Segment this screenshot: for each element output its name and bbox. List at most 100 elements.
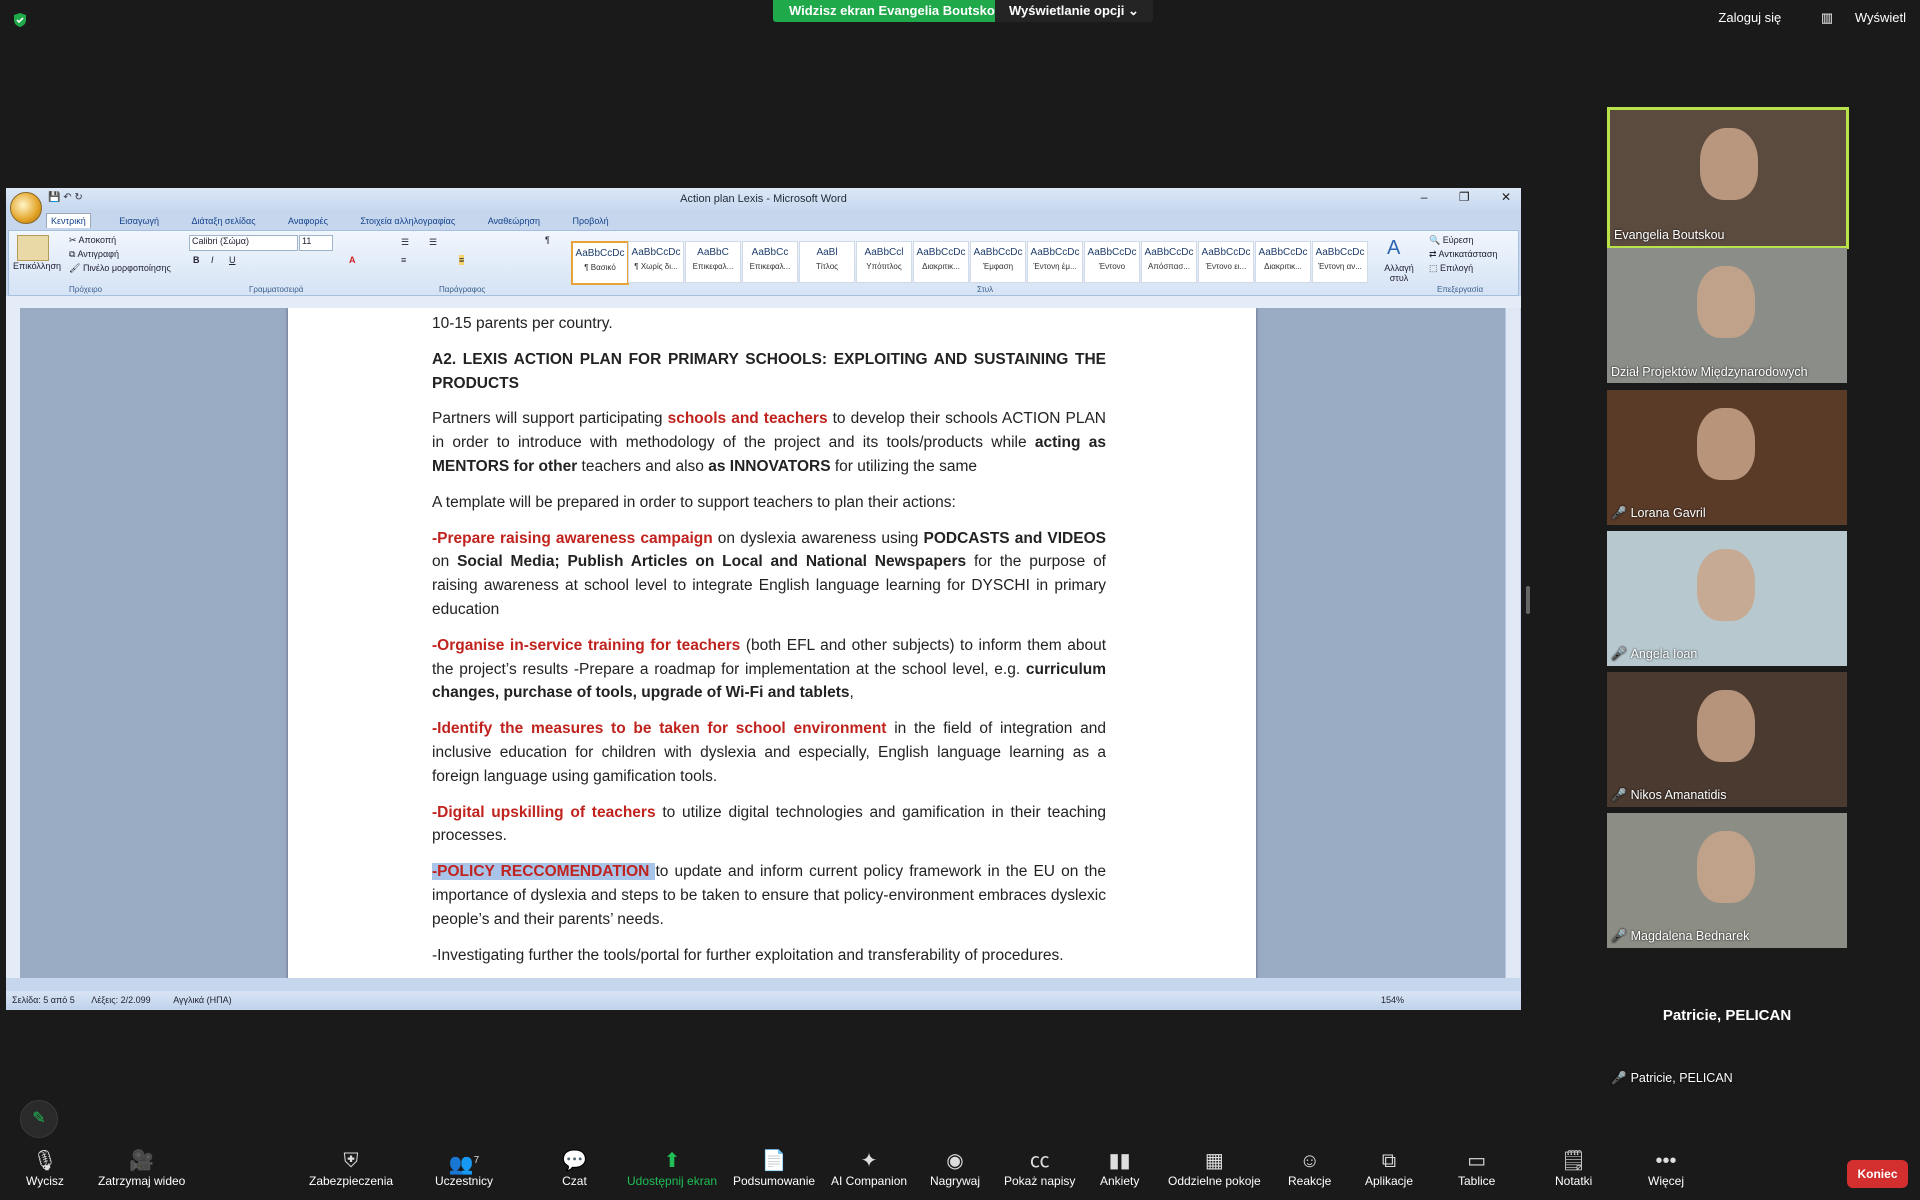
word-count[interactable]: Λέξεις: 2/2.099 bbox=[91, 995, 150, 1005]
mute-button[interactable]: 🎙 Wycisz bbox=[26, 1148, 64, 1188]
replace-button[interactable]: ⇄ Αντικατάσταση bbox=[1429, 249, 1497, 260]
find-button[interactable]: 🔍 Εύρεση bbox=[1429, 235, 1473, 246]
security-label: Zabezpieczenia bbox=[309, 1174, 394, 1188]
redo-icon[interactable]: ↻ bbox=[74, 192, 82, 203]
zoom-level[interactable]: 154% bbox=[1381, 991, 1404, 1009]
annotate-pen-icon[interactable]: ✎ bbox=[20, 1100, 58, 1138]
styles-group-label: Στυλ bbox=[977, 285, 994, 294]
style-sample: AaBbCc bbox=[751, 247, 789, 258]
vertical-ruler[interactable] bbox=[6, 308, 20, 978]
participant-tile[interactable]: 🎤 Nikos Amanatidis bbox=[1607, 672, 1847, 807]
summary-button[interactable]: 📄 Podsumowanie bbox=[733, 1148, 815, 1188]
notes-button[interactable]: 🗒 Notatki bbox=[1555, 1148, 1592, 1188]
breakout-rooms-button[interactable]: ▦ Oddzielne pokoje bbox=[1168, 1148, 1261, 1188]
polls-button[interactable]: ▮▮ Ankiety bbox=[1100, 1148, 1139, 1188]
tab-review[interactable]: Αναθεώρηση bbox=[484, 214, 544, 228]
stop-video-button[interactable]: 🎥 Zatrzymaj wideo bbox=[98, 1148, 185, 1188]
text-run-bold: as INNOVATORS bbox=[708, 457, 831, 475]
share-screen-button[interactable]: ⬆ Udostępnij ekran bbox=[627, 1148, 717, 1188]
paste-button[interactable]: Επικόλληση bbox=[13, 261, 61, 271]
panel-resize-handle[interactable] bbox=[1526, 586, 1530, 614]
style-2[interactable]: AaBbCcDc ¶ Χωρίς δι... bbox=[628, 241, 684, 283]
view-options-button[interactable]: Wyświetlanie opcji ⌄ bbox=[995, 0, 1153, 22]
change-styles-button[interactable]: Αλλαγή στυλ bbox=[1379, 263, 1419, 283]
style-name: Έντονη έμ... bbox=[1033, 262, 1077, 271]
style-8[interactable]: AaBbCcDc Έμφαση bbox=[970, 241, 1026, 283]
apps-button[interactable]: ⧉ Aplikacje bbox=[1365, 1148, 1413, 1188]
pilcrow-icon[interactable]: ¶ bbox=[545, 235, 550, 245]
participant-tile[interactable]: Patricie, PELICAN 🎤 Patricie, PELICAN bbox=[1607, 955, 1847, 1090]
sign-in-link[interactable]: Zaloguj się bbox=[1718, 10, 1781, 25]
end-meeting-button[interactable]: Koniec bbox=[1847, 1160, 1908, 1188]
minimize-icon[interactable]: – bbox=[1421, 190, 1428, 204]
close-icon[interactable]: ✕ bbox=[1501, 190, 1511, 204]
numbering-icon[interactable]: ☰ bbox=[429, 237, 437, 248]
style-10[interactable]: AaBbCcDc Έντονο bbox=[1084, 241, 1140, 283]
font-color-button[interactable]: A bbox=[349, 255, 356, 265]
office-button[interactable] bbox=[10, 192, 42, 224]
justify-icon[interactable]: ≡ bbox=[459, 255, 465, 265]
participant-tile[interactable]: Dział Projektów Międzynarodowych bbox=[1607, 248, 1847, 383]
reactions-button[interactable]: ☺ Reakcje bbox=[1288, 1148, 1331, 1188]
cut-label: Αποκοπή bbox=[78, 235, 117, 245]
style-3[interactable]: AaBbC Επικεφαλ... bbox=[685, 241, 741, 283]
security-button[interactable]: ⛨ Zabezpieczenia bbox=[309, 1148, 393, 1188]
style-name: Επικεφαλ... bbox=[749, 262, 791, 271]
tab-view[interactable]: Προβολή bbox=[569, 214, 613, 228]
participant-tile[interactable]: 🎤 Lorana Gavril bbox=[1607, 390, 1847, 525]
vertical-scrollbar[interactable] bbox=[1505, 308, 1520, 978]
select-button[interactable]: ⬚ Επιλογή bbox=[1429, 263, 1473, 274]
style-13[interactable]: AaBbCcDc Διακριτικ... bbox=[1255, 241, 1311, 283]
chat-button[interactable]: 💬 Czat bbox=[562, 1148, 587, 1188]
more-dots-icon: ••• bbox=[1655, 1150, 1677, 1172]
captions-button[interactable]: ㏄ Pokaż napisy bbox=[1004, 1148, 1075, 1188]
align-left-icon[interactable]: ≡ bbox=[401, 255, 406, 265]
document-text[interactable]: 10-15 parents per country. A2. LEXIS ACT… bbox=[432, 312, 1106, 978]
copy-button[interactable]: ⧉ Αντιγραφή bbox=[69, 249, 119, 260]
tab-insert[interactable]: Εισαγωγή bbox=[115, 214, 163, 228]
style-1[interactable]: AaBbCcDc ¶ Βασικό bbox=[571, 241, 629, 285]
style-7[interactable]: AaBbCcDc Διακριτικ... bbox=[913, 241, 969, 283]
style-12[interactable]: AaBbCcDc Έντονο ει... bbox=[1198, 241, 1254, 283]
font-size-select[interactable]: 11 bbox=[299, 235, 333, 251]
format-painter-button[interactable]: 🖌 Πινέλο μορφοποίησης bbox=[69, 263, 171, 274]
undo-icon[interactable]: ↶ bbox=[63, 192, 71, 203]
cut-button[interactable]: ✂ Αποκοπή bbox=[69, 235, 116, 246]
italic-button[interactable]: I bbox=[211, 255, 214, 265]
tab-home[interactable]: Κεντρική bbox=[46, 213, 91, 228]
participant-tile[interactable]: 🎤 Angela Ioan bbox=[1607, 531, 1847, 666]
microphone-icon: 🎙 bbox=[32, 1150, 58, 1172]
change-styles-icon[interactable]: A bbox=[1387, 237, 1400, 260]
tab-page-layout[interactable]: Διάταξη σελίδας bbox=[188, 214, 260, 228]
whiteboards-button[interactable]: ▭ Tablice bbox=[1458, 1148, 1495, 1188]
style-14[interactable]: AaBbCcDc Έντονη αν... bbox=[1312, 241, 1368, 283]
tab-references[interactable]: Αναφορές bbox=[284, 214, 332, 228]
bold-button[interactable]: B bbox=[193, 255, 200, 265]
security-shield-icon[interactable] bbox=[12, 12, 28, 28]
font-name-select[interactable]: Calibri (Σώμα) bbox=[189, 235, 298, 251]
style-5[interactable]: AaBl Τίτλος bbox=[799, 241, 855, 283]
participant-video bbox=[1697, 549, 1755, 621]
participant-tile[interactable]: Evangelia Boutskou bbox=[1607, 107, 1849, 249]
ai-companion-button[interactable]: ✦ AI Companion bbox=[831, 1148, 907, 1188]
text-run: 10-15 parents per country. bbox=[432, 315, 613, 332]
more-button[interactable]: ••• Więcej bbox=[1648, 1148, 1684, 1188]
language-indicator[interactable]: Αγγλικά (ΗΠΑ) bbox=[173, 995, 231, 1005]
style-9[interactable]: AaBbCcDc Έντονη έμ... bbox=[1027, 241, 1083, 283]
record-button[interactable]: ◉ Nagrywaj bbox=[930, 1148, 980, 1188]
page-count[interactable]: Σελίδα: 5 από 5 bbox=[12, 995, 75, 1005]
binoculars-icon: 🔍 bbox=[1429, 235, 1443, 245]
bullets-icon[interactable]: ☰ bbox=[401, 237, 409, 248]
restore-icon[interactable]: ❐ bbox=[1459, 190, 1470, 204]
tab-mailings[interactable]: Στοιχεία αλληλογραφίας bbox=[356, 214, 459, 228]
style-4[interactable]: AaBbCc Επικεφαλ... bbox=[742, 241, 798, 283]
style-11[interactable]: AaBbCcDc Απόσπασ... bbox=[1141, 241, 1197, 283]
underline-button[interactable]: U bbox=[229, 255, 236, 265]
document-page[interactable]: 10-15 parents per country. A2. LEXIS ACT… bbox=[288, 308, 1256, 978]
participants-button[interactable]: 👥7 Uczestnicy bbox=[435, 1148, 493, 1188]
participant-tile[interactable]: 🎤 Magdalena Bednarek bbox=[1607, 813, 1847, 948]
paste-icon[interactable] bbox=[17, 235, 49, 261]
save-icon[interactable]: 💾 bbox=[48, 192, 60, 203]
style-6[interactable]: AaBbCcl Υπότιτλος bbox=[856, 241, 912, 283]
view-button[interactable]: ▥ Wyświetl bbox=[1803, 10, 1906, 25]
